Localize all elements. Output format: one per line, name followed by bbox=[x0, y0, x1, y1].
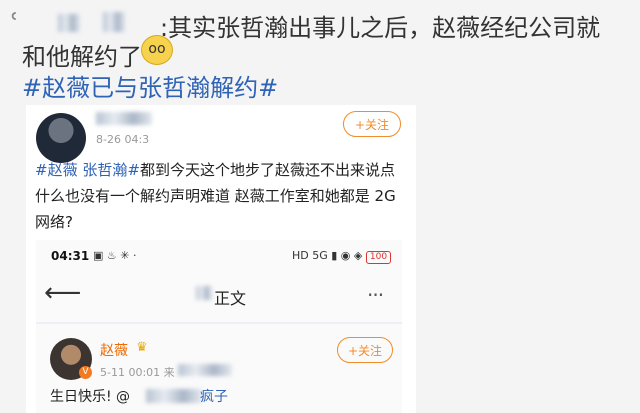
status-bar-indicators: HD 5G ▮ ◉ ◈ 100 bbox=[292, 249, 392, 264]
verified-badge-icon: V bbox=[79, 366, 92, 379]
commenter-name[interactable]: 赵薇 bbox=[100, 340, 128, 360]
more-options-icon[interactable]: ··· bbox=[367, 283, 384, 307]
status-bar-app-icons: ▣ ♨ ✳ · bbox=[93, 249, 137, 262]
nav-divider bbox=[36, 322, 402, 324]
network-signal-icon: HD 5G ▮ ◉ ◈ bbox=[292, 249, 363, 262]
redacted-mention-blur bbox=[146, 389, 202, 403]
battery-icon: 100 bbox=[365, 251, 392, 264]
status-bar-time: 04:31 bbox=[51, 249, 90, 263]
redacted-source-blur bbox=[178, 364, 232, 376]
caption-hashtag-link[interactable]: #赵薇已与张哲瀚解约# bbox=[22, 68, 278, 103]
mention-link[interactable]: 疯子 bbox=[200, 386, 228, 406]
post-body: #赵薇 张哲瀚#都到今天这个地步了赵薇还不出来说点什么也没有一个解约声明难道 赵… bbox=[35, 157, 401, 235]
redacted-username-blur-2 bbox=[103, 12, 125, 32]
poster-avatar[interactable] bbox=[36, 113, 86, 163]
redacted-title-blur bbox=[196, 286, 212, 300]
nav-title: 正文 bbox=[214, 289, 247, 308]
comment-text: 生日快乐! @ bbox=[50, 389, 131, 405]
post-date: 8-26 04:3 bbox=[96, 133, 150, 146]
hashtag-zhangzhehan-link[interactable]: 张哲瀚# bbox=[82, 161, 140, 179]
caption-line-2: 和他解约了 bbox=[22, 43, 142, 71]
comment-meta: 5-11 00:01 来 bbox=[100, 366, 175, 379]
follow-commenter-button[interactable]: +关注 bbox=[337, 337, 393, 363]
follow-button[interactable]: +关注 bbox=[343, 111, 401, 137]
emoji-glasses-icon: oo bbox=[141, 35, 173, 65]
redacted-poster-name bbox=[96, 112, 152, 125]
crown-badge-icon: ♛ bbox=[136, 340, 148, 355]
redacted-username-blur bbox=[58, 14, 80, 32]
caption-line-1: :其实张哲瀚出事儿之后，赵薇经纪公司就 bbox=[160, 14, 601, 42]
back-arrow-icon[interactable]: ⟵ bbox=[44, 278, 81, 308]
hashtag-zhaowei-link[interactable]: #赵薇 bbox=[35, 161, 78, 179]
reply-quote-icon: ʿ bbox=[10, 8, 20, 43]
